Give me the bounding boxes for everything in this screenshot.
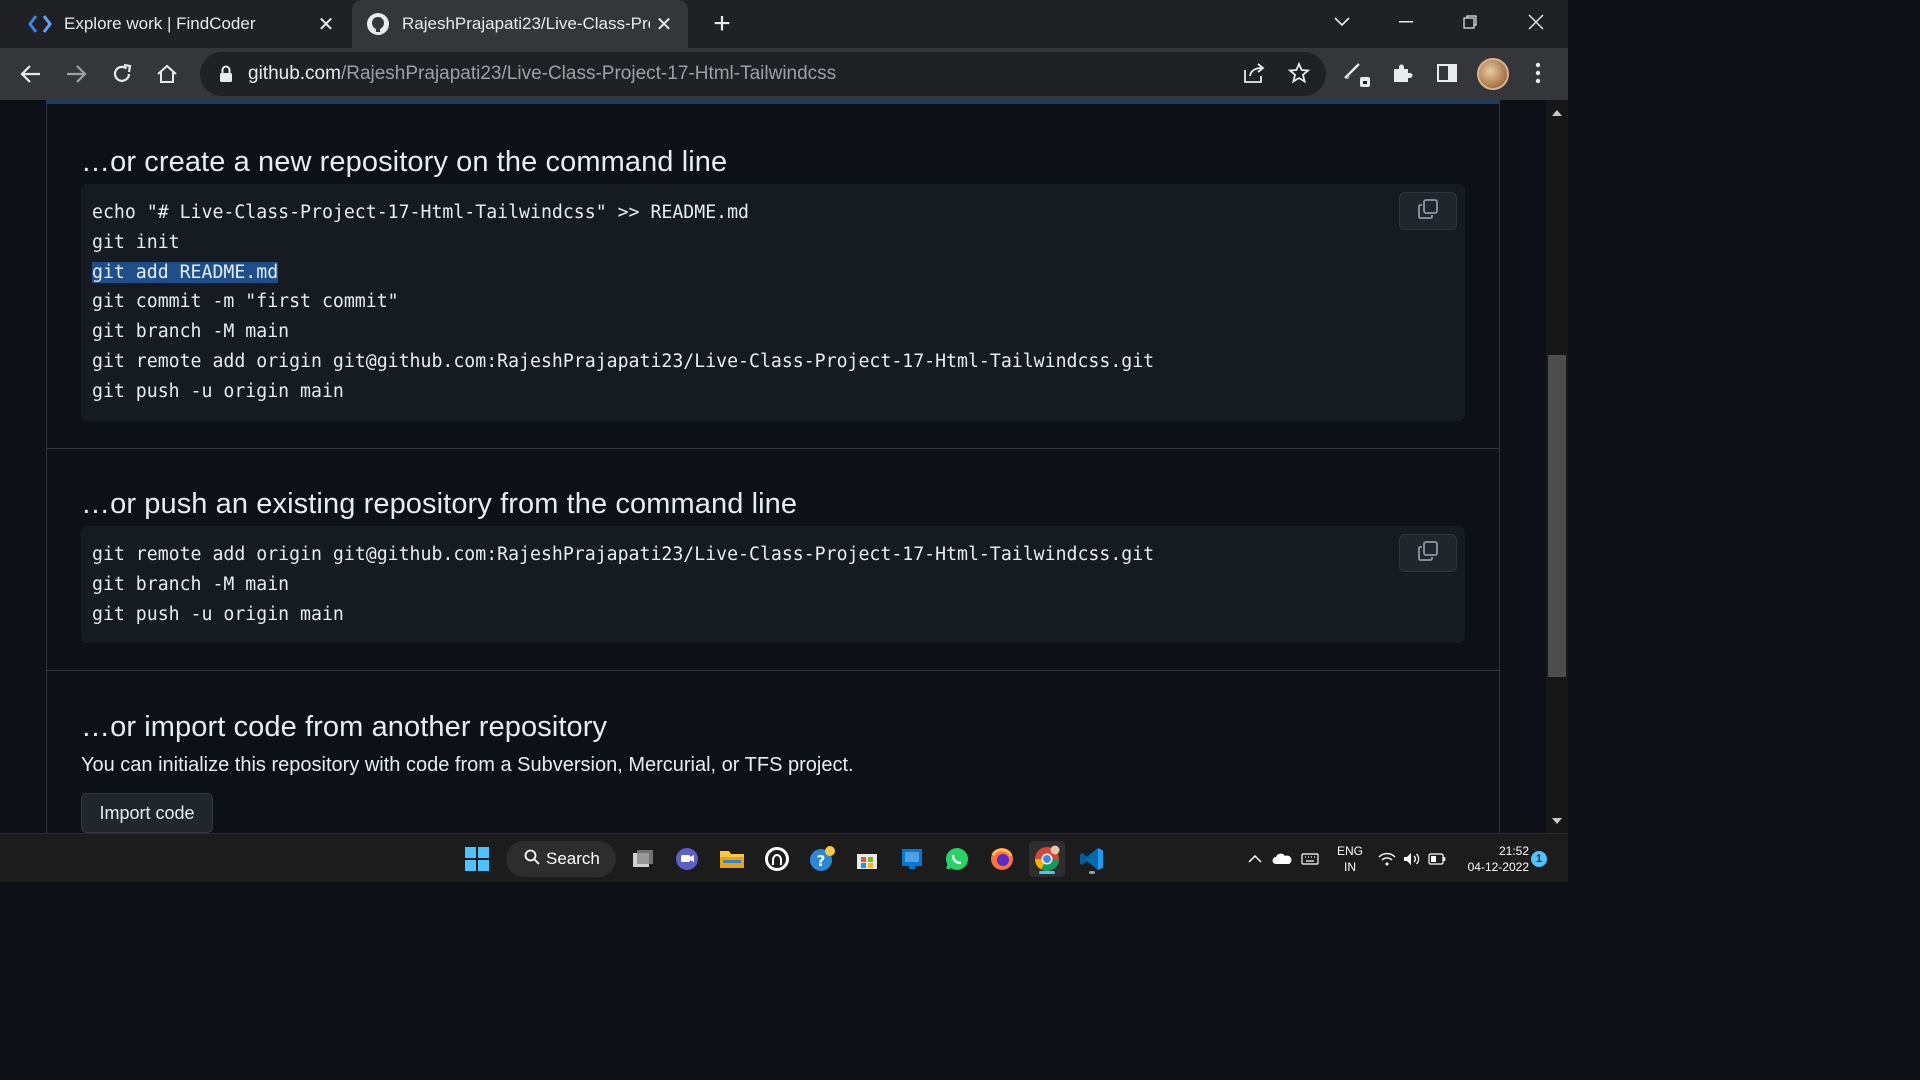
import-description: You can initialize this repository with …	[81, 754, 854, 776]
minimize-icon[interactable]	[1378, 0, 1434, 44]
code-line[interactable]: git add README.md	[92, 258, 1454, 288]
extensions-puzzle-icon[interactable]	[1385, 56, 1419, 90]
chrome-taskbar-icon[interactable]	[1029, 841, 1065, 877]
tab-title: RajeshPrajapati23/Live-Class-Proj	[402, 14, 650, 33]
code-line[interactable]: git push -u origin main	[92, 377, 1454, 407]
panel-top-border	[46, 100, 1500, 104]
home-icon[interactable]	[149, 56, 185, 92]
tab-search-chevron-icon[interactable]	[1314, 0, 1370, 44]
microsoft-store-icon[interactable]	[849, 841, 885, 877]
import-repo-heading: …or import code from another repository	[81, 711, 608, 743]
tab-strip: Explore work | FindCoder ✕ RajeshPrajapa…	[0, 0, 1568, 48]
address-bar[interactable]: github.com/RajeshPrajapati23/Live-Class-…	[200, 52, 1326, 96]
code-line[interactable]: git branch -M main	[92, 317, 1454, 347]
push-repo-heading: …or push an existing repository from the…	[81, 488, 798, 520]
close-tab-icon[interactable]: ✕	[650, 10, 678, 38]
copy-create-commands-button[interactable]	[1399, 192, 1457, 230]
code-line[interactable]: git init	[92, 228, 1454, 258]
selected-code-text[interactable]: git add README.md	[92, 261, 279, 283]
svg-text:?: ?	[817, 852, 826, 870]
lock-icon[interactable]	[218, 65, 234, 83]
remote-desktop-icon[interactable]	[894, 841, 930, 877]
side-panel-icon[interactable]	[1430, 56, 1464, 90]
import-code-button[interactable]: Import code	[81, 793, 213, 833]
windows-start-icon[interactable]	[459, 841, 495, 877]
task-view-icon[interactable]	[625, 841, 661, 877]
running-indicator	[1039, 871, 1055, 874]
battery-icon[interactable]	[1428, 834, 1446, 883]
new-tab-icon[interactable]: +	[706, 7, 738, 40]
findcoder-logo-icon	[26, 10, 54, 38]
code-line[interactable]: git remote add origin git@github.com:Raj…	[92, 347, 1454, 377]
create-repo-heading: …or create a new repository on the comma…	[81, 146, 728, 178]
share-icon[interactable]	[1237, 56, 1271, 90]
pen-extension-icon[interactable]	[1339, 56, 1373, 90]
firefox-icon[interactable]	[984, 841, 1020, 877]
whatsapp-icon[interactable]	[939, 841, 975, 877]
search-label: Search	[546, 849, 600, 868]
github-quick-setup-page: …or create a new repository on the comma…	[0, 100, 1546, 833]
teams-chat-icon[interactable]	[669, 841, 705, 877]
url-path: /RajeshPrajapati23/Live-Class-Project-17…	[340, 63, 837, 84]
push-repo-code-block[interactable]: git remote add origin git@github.com:Raj…	[81, 526, 1465, 644]
reload-icon[interactable]	[104, 56, 140, 92]
file-explorer-icon[interactable]	[714, 841, 750, 877]
volume-icon[interactable]	[1403, 834, 1421, 883]
code-line[interactable]: git remote add origin git@github.com:Raj…	[92, 540, 1454, 570]
url-host: github.com	[248, 63, 341, 84]
tab-title: Explore work | FindCoder	[64, 14, 256, 33]
browser-toolbar: github.com/RajeshPrajapati23/Live-Class-…	[0, 48, 1568, 100]
notification-badge[interactable]: 1	[1531, 834, 1547, 883]
code-line[interactable]: git branch -M main	[92, 570, 1454, 600]
profile-avatar[interactable]	[1477, 58, 1509, 90]
bookmark-star-icon[interactable]	[1282, 56, 1316, 90]
create-repo-code-block[interactable]: echo "# Live-Class-Project-17-Html-Tailw…	[81, 184, 1465, 421]
search-icon	[524, 849, 540, 870]
clock[interactable]: 21:52 04-12-2022	[1459, 834, 1529, 883]
show-hidden-icons-chevron-icon[interactable]	[1248, 834, 1262, 883]
close-tab-icon[interactable]: ✕	[312, 10, 340, 38]
code-line[interactable]: echo "# Live-Class-Project-17-Html-Tailw…	[92, 198, 1454, 228]
clock-time: 21:52	[1498, 843, 1529, 858]
language-text: ENG	[1336, 843, 1363, 858]
page-scrollbar[interactable]	[1546, 100, 1568, 833]
scrollbar-thumb[interactable]	[1548, 355, 1566, 677]
notification-count: 1	[1531, 850, 1547, 867]
github-logo-icon	[364, 10, 392, 38]
wifi-icon[interactable]	[1378, 834, 1396, 883]
close-window-icon[interactable]	[1508, 0, 1564, 44]
onedrive-cloud-icon[interactable]	[1272, 834, 1292, 883]
chrome-menu-icon[interactable]	[1521, 56, 1555, 90]
copy-icon	[1417, 540, 1439, 567]
forward-icon[interactable]	[58, 56, 94, 92]
tab-findcoder[interactable]: Explore work | FindCoder ✕	[14, 0, 350, 48]
region-text: IN	[1343, 859, 1356, 874]
get-help-icon[interactable]: ?	[804, 841, 840, 877]
back-icon[interactable]	[13, 56, 49, 92]
taskbar-search-button[interactable]: Search	[506, 841, 616, 877]
section-divider	[47, 448, 1499, 449]
vscode-icon[interactable]	[1074, 841, 1110, 877]
windows-taskbar: Search ? ENG IN 21:52 04-12-2022 1	[0, 833, 1568, 882]
input-language-indicator[interactable]: ENG IN	[1332, 834, 1368, 883]
touch-keyboard-icon[interactable]	[1301, 834, 1319, 883]
scroll-up-arrow-icon[interactable]	[1552, 110, 1562, 116]
code-line[interactable]: git commit -m "first commit"	[92, 287, 1454, 317]
running-indicator	[1089, 871, 1095, 874]
scroll-down-arrow-icon[interactable]	[1552, 818, 1562, 824]
github-desktop-icon[interactable]	[759, 841, 795, 877]
url-text: github.com/RajeshPrajapati23/Live-Class-…	[248, 63, 836, 85]
code-line[interactable]: git push -u origin main	[92, 600, 1454, 630]
clock-date: 04-12-2022	[1467, 859, 1529, 874]
tab-github[interactable]: RajeshPrajapati23/Live-Class-Proj ✕	[352, 0, 688, 48]
restore-icon[interactable]	[1442, 0, 1498, 44]
copy-push-commands-button[interactable]	[1399, 534, 1457, 572]
copy-icon	[1417, 198, 1439, 225]
section-divider	[47, 670, 1499, 671]
